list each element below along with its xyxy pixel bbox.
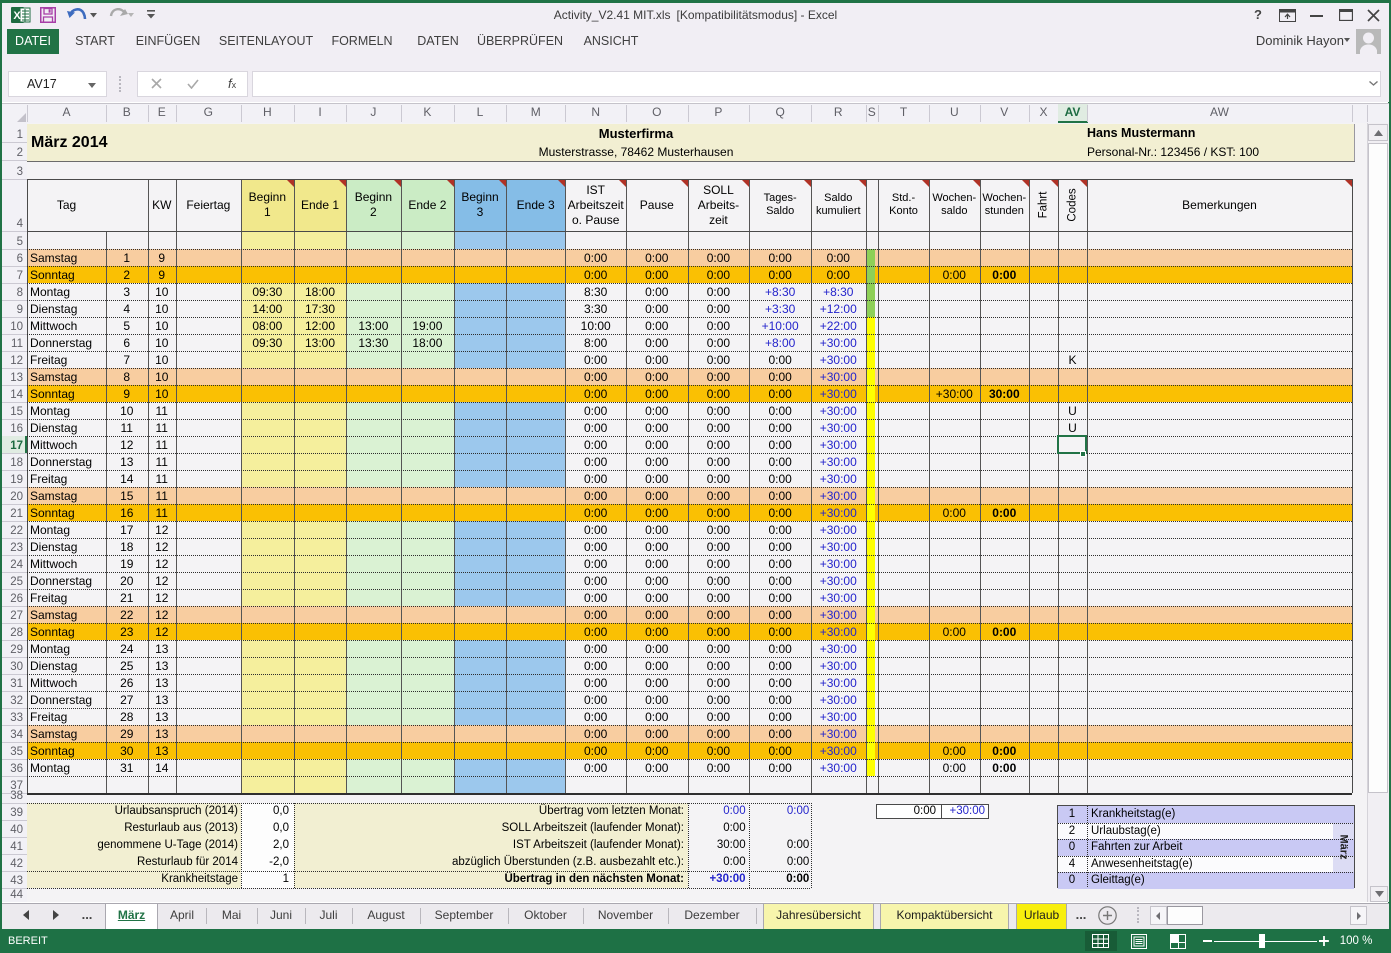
svg-text:X: X <box>13 10 21 22</box>
